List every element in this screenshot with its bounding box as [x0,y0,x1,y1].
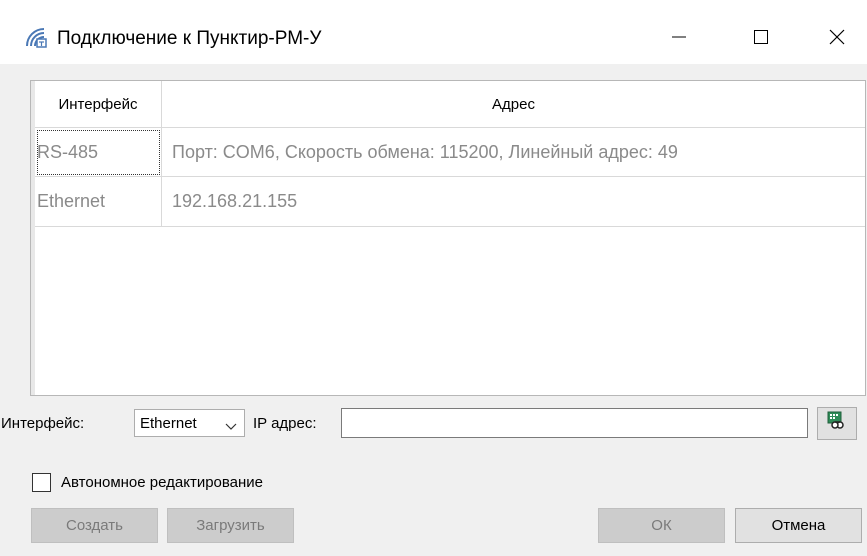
network-scan-icon [827,411,847,436]
chevron-down-icon [225,418,237,435]
cell-interface[interactable]: Ethernet [35,177,162,226]
cell-address[interactable]: Порт: COM6, Скорость обмена: 115200, Лин… [162,128,862,177]
table-row[interactable]: Ethernet 192.168.21.155 [35,177,865,227]
ip-address-input[interactable] [341,408,808,438]
minimize-icon [672,36,686,38]
interface-select-value: Ethernet [140,414,197,432]
maximize-button[interactable] [741,22,781,52]
close-button[interactable] [817,22,857,52]
maximize-icon [754,30,768,44]
offline-edit-option[interactable]: Автономное редактирование [32,473,263,492]
ok-button[interactable]: ОК [598,508,725,543]
create-button[interactable]: Создать [31,508,158,543]
load-button[interactable]: Загрузить [167,508,294,543]
network-scan-button[interactable] [817,407,857,440]
minimize-button[interactable] [659,22,699,52]
ip-address-label: IP адрес: [253,415,317,432]
cancel-button[interactable]: Отмена [735,508,862,543]
offline-edit-checkbox[interactable] [32,473,51,492]
cell-address[interactable]: 192.168.21.155 [162,177,862,226]
column-header-interface[interactable]: Интерфейс [35,81,162,127]
cell-interface[interactable]: RS-485 [35,128,162,177]
table-row[interactable]: RS-485 Порт: COM6, Скорость обмена: 1152… [35,127,865,177]
title-bar: Подключение к Пунктир-РМ-У [0,0,867,64]
interface-select[interactable]: Ethernet [134,409,245,437]
signal-antenna-icon [24,26,48,48]
offline-edit-label[interactable]: Автономное редактирование [61,474,263,491]
interface-label: Интерфейс: [1,415,85,432]
window-title: Подключение к Пунктир-РМ-У [57,28,322,49]
column-header-address[interactable]: Адрес [162,81,865,127]
close-icon [829,29,845,45]
connections-table: Интерфейс Адрес RS-485 Порт: COM6, Скоро… [30,80,866,396]
